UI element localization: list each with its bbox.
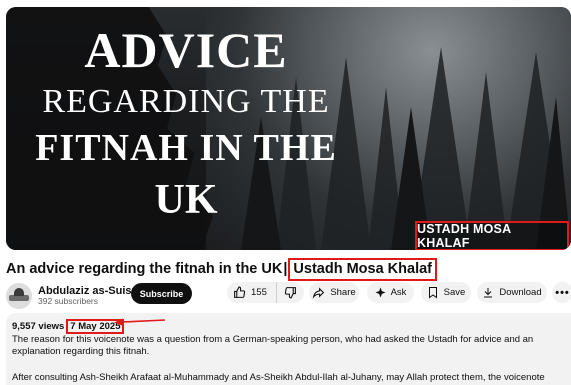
ask-label: Ask [390, 287, 407, 298]
save-button[interactable]: Save [421, 282, 471, 303]
dislike-button[interactable] [277, 282, 304, 303]
thumbs-down-icon [284, 287, 296, 299]
sparkle-icon [375, 287, 386, 298]
title-separator: | [283, 261, 288, 277]
headline-line-1: ADVICE [84, 22, 288, 78]
share-label: Share [330, 287, 356, 298]
headline-line-2: REGARDING THE [42, 83, 330, 120]
thumbnail-headline: ADVICE REGARDING THE FITNAH IN THE UK [6, 25, 366, 221]
bookmark-icon [428, 287, 437, 299]
more-actions-button[interactable]: ••• [552, 282, 571, 303]
video-title-main: An advice regarding the fitnah in the UK [6, 261, 283, 277]
headline-line-3: FITNAH IN THE [35, 127, 337, 169]
like-count: 155 [251, 287, 267, 298]
share-button[interactable]: Share [309, 282, 359, 303]
description-paragraph-2: After consulting Ash-Sheikh Arafaat al-M… [12, 372, 545, 385]
red-arrow-annotation [114, 318, 166, 326]
download-label: Download [499, 287, 542, 298]
channel-info: Abdulaziz as-Suisri 392 subscribers [6, 283, 139, 309]
subscribe-button[interactable]: Subscribe [131, 283, 192, 304]
channel-avatar[interactable] [6, 283, 32, 309]
speaker-label-highlighted: USTADH MOSA KHALAF [415, 221, 569, 250]
share-icon [312, 287, 325, 299]
headline-line-4: UK [154, 177, 218, 223]
ask-button[interactable]: Ask [367, 282, 414, 303]
view-count: 9,557 views [12, 320, 65, 332]
description-box[interactable]: 9,557 views 7 May 2025 The reason for th… [6, 313, 571, 385]
subscriber-count: 392 subscribers [38, 296, 99, 307]
video-meta: 9,557 views 7 May 2025 [12, 318, 571, 334]
video-title: An advice regarding the fitnah in the UK… [6, 257, 437, 281]
like-dislike-group: 155 [227, 282, 304, 303]
download-button[interactable]: Download [477, 282, 547, 303]
video-player[interactable]: ADVICE REGARDING THE FITNAH IN THE UK US… [6, 7, 571, 250]
video-title-speaker-highlighted: Ustadh Mosa Khalaf [288, 257, 437, 281]
like-button[interactable]: 155 [227, 282, 277, 303]
description-paragraph-1: The reason for this voicenote was a ques… [12, 334, 534, 357]
download-icon [484, 288, 493, 298]
thumbs-up-icon [234, 286, 246, 298]
save-label: Save [443, 287, 466, 298]
